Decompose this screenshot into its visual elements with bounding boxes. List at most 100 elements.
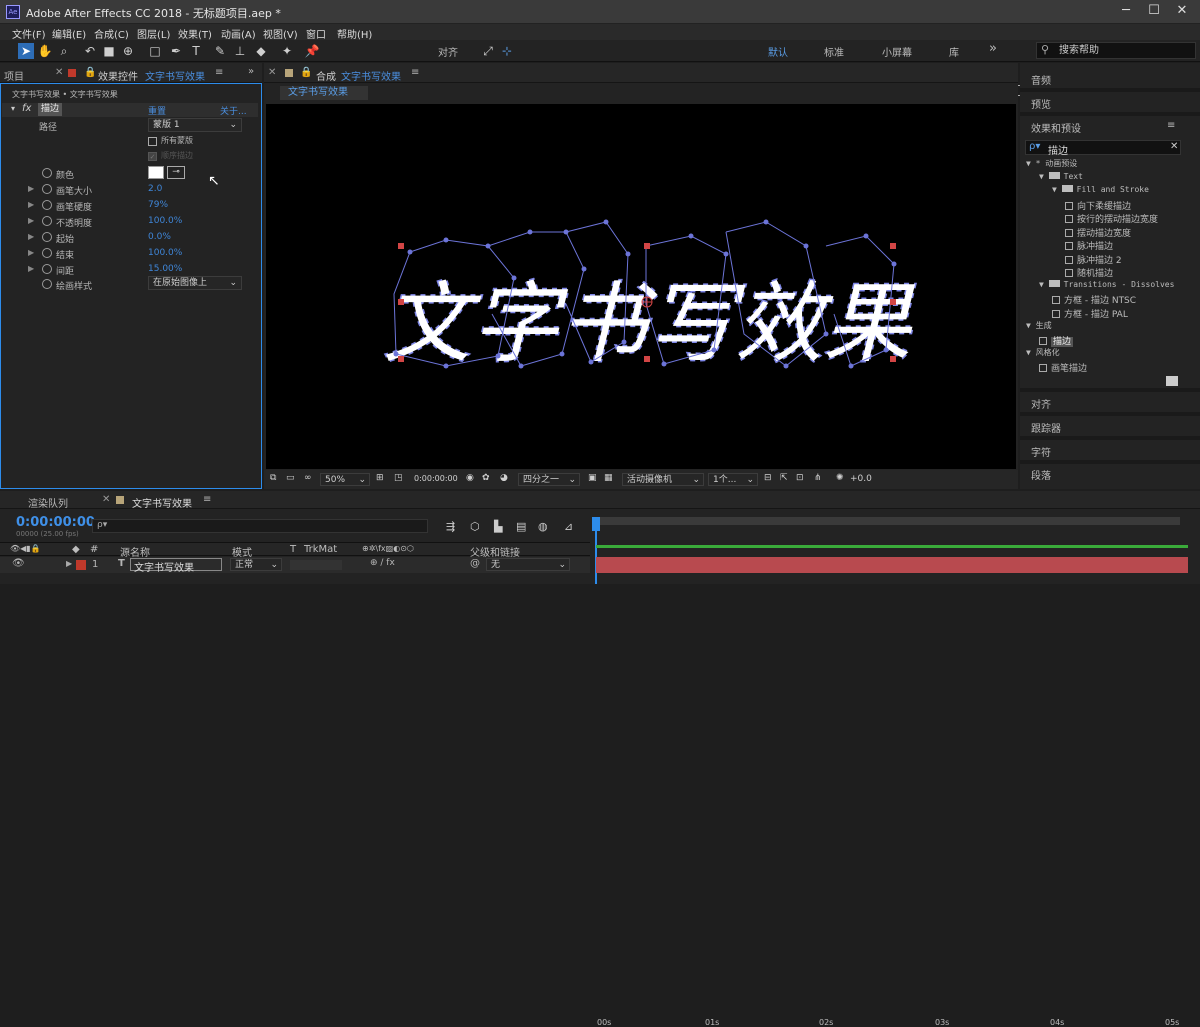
stopwatch-icon[interactable] bbox=[42, 200, 52, 210]
tree-item-preset[interactable]: 随机描边 bbox=[1065, 266, 1113, 279]
panel-expand-icon[interactable]: » bbox=[248, 66, 254, 77]
pen-tool-icon[interactable]: ✒ bbox=[168, 43, 184, 59]
region-of-interest-icon[interactable]: ▣ bbox=[588, 473, 597, 483]
tab-project[interactable]: 项目 bbox=[4, 68, 24, 83]
paint-style-dropdown[interactable]: 在原始图像上 ⌄ bbox=[148, 276, 242, 290]
trkmat-slot[interactable] bbox=[290, 560, 342, 570]
motion-blur-icon[interactable]: ◍ bbox=[538, 520, 548, 533]
exposure-reset-icon[interactable]: ✺ bbox=[836, 473, 844, 483]
stopwatch-icon[interactable] bbox=[42, 248, 52, 258]
tree-item-group[interactable]: ▼ 生成 bbox=[1026, 320, 1052, 331]
expand-triangle-icon[interactable]: ▶ bbox=[28, 184, 34, 193]
hand-tool-icon[interactable]: ✋ bbox=[37, 43, 53, 59]
tab-composition[interactable]: 合成 bbox=[316, 68, 336, 83]
tree-item-effect[interactable]: 描边 bbox=[1039, 334, 1074, 347]
path-dropdown[interactable]: 蒙版 1 ⌄ bbox=[148, 118, 242, 132]
close-tab-icon[interactable]: ✕ bbox=[268, 67, 276, 78]
layer-duration-bar[interactable] bbox=[596, 557, 1188, 573]
workspace-default[interactable]: 默认 bbox=[768, 44, 788, 59]
collapse-triangle-icon[interactable]: ▼ bbox=[1039, 172, 1049, 181]
expand-triangle-icon[interactable]: ▶ bbox=[28, 200, 34, 209]
tree-item-group[interactable]: ▼ * 动画预设 bbox=[1026, 158, 1077, 169]
close-button[interactable]: ✕ bbox=[1164, 0, 1200, 22]
reset-link[interactable]: 重置 bbox=[148, 104, 166, 117]
graph-editor-icon[interactable]: ⊿ bbox=[564, 520, 573, 533]
character-panel-header[interactable]: 字符 bbox=[1031, 444, 1051, 459]
color-swatch[interactable] bbox=[148, 166, 164, 179]
menu-help[interactable]: 帮助(H) bbox=[337, 26, 372, 41]
expand-triangle-icon[interactable]: ▶ bbox=[28, 248, 34, 257]
menu-window[interactable]: 窗口 bbox=[306, 26, 326, 41]
collapse-triangle-icon[interactable]: ▾ bbox=[11, 104, 15, 113]
tab-render-queue[interactable]: 渲染队列 bbox=[28, 495, 68, 510]
menu-view[interactable]: 视图(V) bbox=[263, 26, 298, 41]
parent-dropdown[interactable]: 无 ⌄ bbox=[486, 558, 570, 571]
brush-tool-icon[interactable]: ✎ bbox=[212, 43, 228, 59]
tree-item-preset[interactable]: 方框 - 描边 NTSC bbox=[1052, 293, 1136, 306]
collapse-triangle-icon[interactable]: ▼ bbox=[1026, 321, 1036, 330]
prop-value[interactable]: 15.00% bbox=[148, 264, 182, 274]
audio-panel-header[interactable]: 音频 bbox=[1031, 72, 1051, 87]
tree-item-preset[interactable]: 脉冲描边 bbox=[1065, 239, 1113, 252]
layer-row[interactable]: 👁 ▶ 1 T 文字书写效果 正常 ⌄ ⊕ / fx @ 无 ⌄ bbox=[0, 557, 590, 574]
snapshot-icon[interactable]: ◉ bbox=[466, 473, 474, 483]
snap-options-icon[interactable]: ⤢ bbox=[480, 43, 496, 59]
stopwatch-icon[interactable] bbox=[42, 264, 52, 274]
tracker-panel-header[interactable]: 跟踪器 bbox=[1031, 420, 1061, 435]
menu-animation[interactable]: 动画(A) bbox=[221, 26, 256, 41]
lock-icon[interactable]: 🔒 bbox=[84, 67, 96, 78]
zoom-tool-icon[interactable]: ⌕ bbox=[56, 43, 72, 59]
prop-value[interactable]: 0.0% bbox=[148, 232, 171, 242]
effects-search-input[interactable]: ρ▾ 描边 ✕ bbox=[1025, 140, 1181, 157]
tree-item-folder[interactable]: ▼ Text bbox=[1039, 171, 1083, 181]
expand-layer-icon[interactable]: ▶ bbox=[66, 559, 72, 568]
tree-item-preset[interactable]: 方框 - 描边 PAL bbox=[1052, 307, 1128, 320]
tree-item-effect[interactable]: 画笔描边 bbox=[1039, 361, 1087, 374]
monitor-icon[interactable]: ▭ bbox=[286, 473, 295, 483]
show-snapshot-icon[interactable]: ✿ bbox=[482, 473, 490, 483]
tab-effect-controls-target[interactable]: 文字书写效果 bbox=[145, 68, 205, 83]
menu-edit[interactable]: 编辑(E) bbox=[52, 26, 86, 41]
prop-value[interactable]: 2.0 bbox=[148, 184, 162, 194]
collapse-triangle-icon[interactable]: ▼ bbox=[1026, 348, 1036, 357]
timeline-search-input[interactable]: ρ▾ bbox=[92, 519, 428, 533]
tree-item-folder[interactable]: ▼ Transitions - Dissolves bbox=[1039, 279, 1174, 289]
toggle-pixel-aspect-icon[interactable]: ⊟ bbox=[764, 473, 772, 483]
prop-value[interactable]: 100.0% bbox=[148, 216, 182, 226]
zoom-dropdown[interactable]: 50% ⌄ bbox=[320, 473, 370, 486]
layer-switches[interactable]: ⊕ / fx bbox=[370, 558, 395, 568]
panel-menu-icon[interactable]: ≡ bbox=[215, 67, 223, 78]
search-help-input[interactable]: 搜索帮助 bbox=[1036, 42, 1196, 59]
work-area-bar[interactable] bbox=[594, 517, 1180, 525]
stopwatch-icon[interactable] bbox=[42, 216, 52, 226]
tree-item-preset[interactable]: 脉冲描边 2 bbox=[1065, 253, 1122, 266]
tree-item-preset[interactable]: 摆动描边宽度 bbox=[1065, 226, 1131, 239]
workspace-libraries[interactable]: 库 bbox=[949, 44, 959, 59]
expand-triangle-icon[interactable]: ▶ bbox=[28, 216, 34, 225]
flowchart-icon[interactable]: ⋔ bbox=[814, 473, 822, 483]
expand-triangle-icon[interactable]: ▶ bbox=[28, 264, 34, 273]
pan-behind-tool-icon[interactable]: ⊕ bbox=[120, 43, 136, 59]
collapse-triangle-icon[interactable]: ▼ bbox=[1052, 185, 1062, 194]
workspace-small-screen[interactable]: 小屏幕 bbox=[882, 44, 912, 59]
tree-item-folder[interactable]: ▼ Fill and Stroke bbox=[1052, 185, 1149, 194]
effect-header-row[interactable]: ▾ fx 描边 重置 关于... bbox=[2, 103, 258, 117]
stopwatch-icon[interactable] bbox=[42, 279, 52, 289]
align-panel-header[interactable]: 对齐 bbox=[1031, 396, 1051, 411]
selection-tool-icon[interactable]: ➤ bbox=[18, 43, 34, 59]
new-bin-icon[interactable] bbox=[1166, 376, 1178, 386]
preview-panel-header[interactable]: 预览 bbox=[1031, 96, 1051, 111]
fit-icon[interactable]: ⊞ bbox=[376, 473, 384, 483]
all-masks-checkbox[interactable] bbox=[148, 137, 157, 146]
mask-visibility-icon[interactable]: ◳ bbox=[394, 473, 403, 483]
vr-icon[interactable]: ∞ bbox=[304, 473, 312, 483]
paragraph-panel-header[interactable]: 段落 bbox=[1031, 467, 1051, 482]
trkmat-header[interactable]: TrkMat bbox=[304, 544, 337, 555]
effects-presets-header[interactable]: 效果和预设 bbox=[1031, 120, 1081, 135]
expand-triangle-icon[interactable]: ▶ bbox=[28, 232, 34, 241]
current-timecode[interactable]: 0:00:00:00 bbox=[16, 515, 95, 530]
workspace-more-button[interactable]: » bbox=[989, 41, 997, 56]
panel-menu-icon[interactable]: ≡ bbox=[1167, 120, 1175, 131]
shy-icon[interactable]: ▙ bbox=[494, 520, 502, 533]
menu-file[interactable]: 文件(F) bbox=[12, 26, 46, 41]
